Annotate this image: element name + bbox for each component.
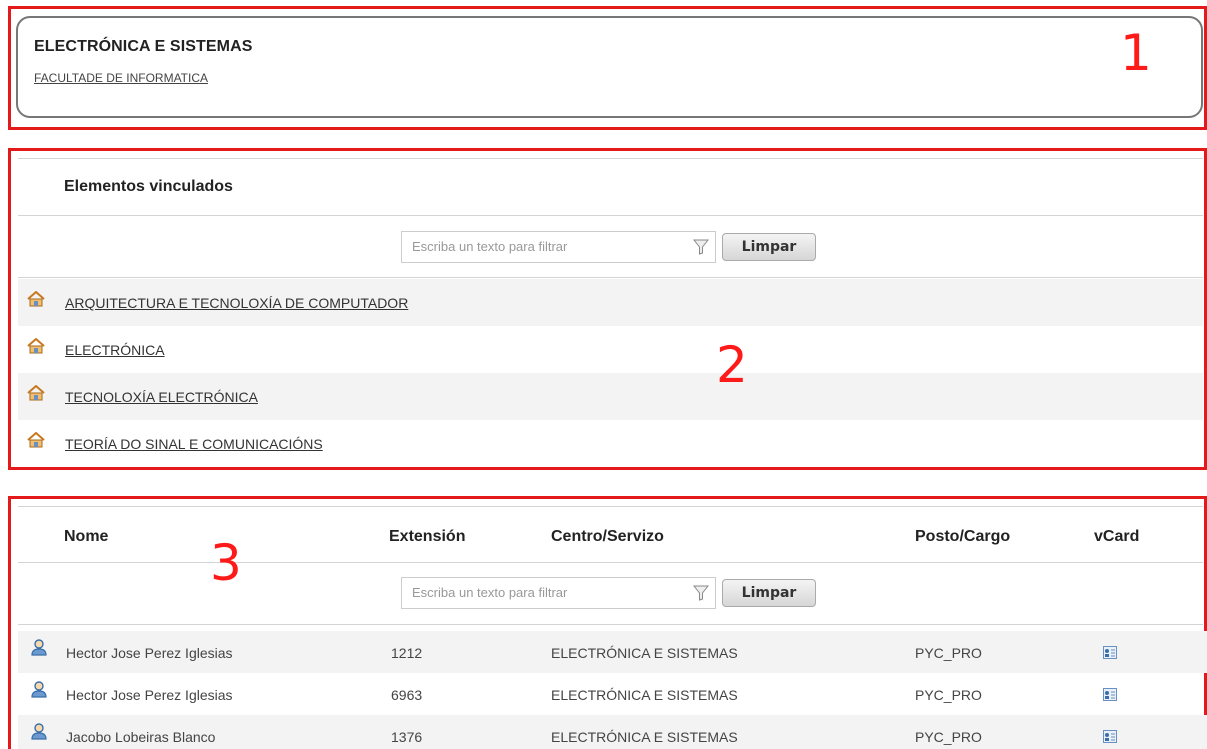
linked-clear-button[interactable]: Limpar	[722, 233, 816, 261]
linked-item-link[interactable]: TEORÍA DO SINAL E COMUNICACIÓNS	[65, 436, 323, 452]
table-row: Hector Jose Perez Iglesias 6963 ELECTRÓNIC…	[18, 673, 1207, 715]
funnel-icon	[693, 239, 709, 255]
person-icon	[31, 681, 47, 698]
divider	[18, 215, 1203, 216]
person-post: PYC_PRO	[915, 729, 982, 745]
funnel-icon	[693, 585, 709, 601]
person-name[interactable]: Hector Jose Perez Iglesias	[66, 645, 233, 661]
unit-header-card: ELECTRÓNICA E SISTEMAS FACULTADE DE INFO…	[16, 16, 1203, 118]
person-center: ELECTRÓNICA E SISTEMAS	[551, 645, 738, 661]
column-header-center[interactable]: Centro/Servizo	[551, 528, 664, 546]
column-header-extension[interactable]: Extensión	[389, 528, 465, 546]
divider	[18, 158, 1203, 159]
home-icon	[27, 338, 45, 354]
home-icon	[27, 385, 45, 401]
home-icon	[27, 291, 45, 307]
table-row: Jacobo Lobeiras Blanco 1376 ELECTRÓNICA E …	[18, 715, 1207, 749]
linked-filter-input[interactable]: Escriba un texto para filtrar	[401, 231, 716, 263]
person-icon	[31, 639, 47, 656]
linked-item-link[interactable]: ELECTRÓNICA	[65, 342, 165, 358]
extension-value: 1212	[391, 645, 423, 661]
extension-value: 6963	[391, 687, 423, 703]
home-icon	[27, 432, 45, 448]
unit-title: ELECTRÓNICA E SISTEMAS	[34, 38, 253, 55]
linked-item: ELECTRÓNICA	[18, 326, 1203, 373]
person-extension: 1376	[391, 729, 422, 745]
linked-item-link[interactable]: ARQUITECTURA E TECNOLOXÍA DE COMPUTADOR	[65, 295, 408, 311]
person-post: PYC_PRO	[915, 645, 982, 661]
vcard-icon[interactable]	[1103, 646, 1117, 659]
person-icon	[31, 723, 47, 740]
person-extension: 1212	[391, 645, 422, 661]
annotation-number-2: 2	[716, 336, 748, 394]
redacted-block	[422, 689, 495, 704]
person-name[interactable]: Hector Jose Perez Iglesias	[66, 687, 233, 703]
linked-filter-placeholder: Escriba un texto para filtrar	[412, 239, 568, 254]
person-extension: 6963	[391, 687, 495, 704]
extension-value: 1376	[391, 729, 423, 745]
parent-unit-link[interactable]: FACULTADE DE INFORMATICA	[34, 71, 208, 85]
people-filter-placeholder: Escriba un texto para filtrar	[412, 585, 568, 600]
linked-item: TEORÍA DO SINAL E COMUNICACIÓNS	[18, 420, 1203, 467]
linked-elements-title: Elementos vinculados	[64, 178, 233, 195]
linked-item: ARQUITECTURA E TECNOLOXÍA DE COMPUTADOR	[18, 279, 1203, 326]
column-header-post[interactable]: Posto/Cargo	[915, 528, 1010, 546]
linked-item-link[interactable]: TECNOLOXÍA ELECTRÓNICA	[65, 389, 258, 405]
person-name[interactable]: Jacobo Lobeiras Blanco	[66, 729, 215, 745]
people-filter-input[interactable]: Escriba un texto para filtrar	[401, 577, 716, 609]
vcard-icon[interactable]	[1103, 730, 1117, 743]
divider	[18, 506, 1203, 507]
divider	[18, 624, 1203, 625]
table-row: Hector Jose Perez Iglesias 1212 ELECTRÓNIC…	[18, 631, 1207, 673]
vcard-icon[interactable]	[1103, 688, 1117, 701]
column-header-name[interactable]: Nome	[64, 528, 108, 546]
annotation-number-3: 3	[210, 534, 242, 592]
divider	[18, 277, 1203, 278]
column-header-vcard: vCard	[1094, 528, 1140, 545]
person-post: PYC_PRO	[915, 687, 982, 703]
people-clear-button[interactable]: Limpar	[722, 579, 816, 607]
linked-item: TECNOLOXÍA ELECTRÓNICA	[18, 373, 1203, 420]
person-center: ELECTRÓNICA E SISTEMAS	[551, 729, 738, 745]
annotation-number-1: 1	[1120, 24, 1152, 82]
person-center: ELECTRÓNICA E SISTEMAS	[551, 687, 738, 703]
divider	[18, 562, 1203, 563]
